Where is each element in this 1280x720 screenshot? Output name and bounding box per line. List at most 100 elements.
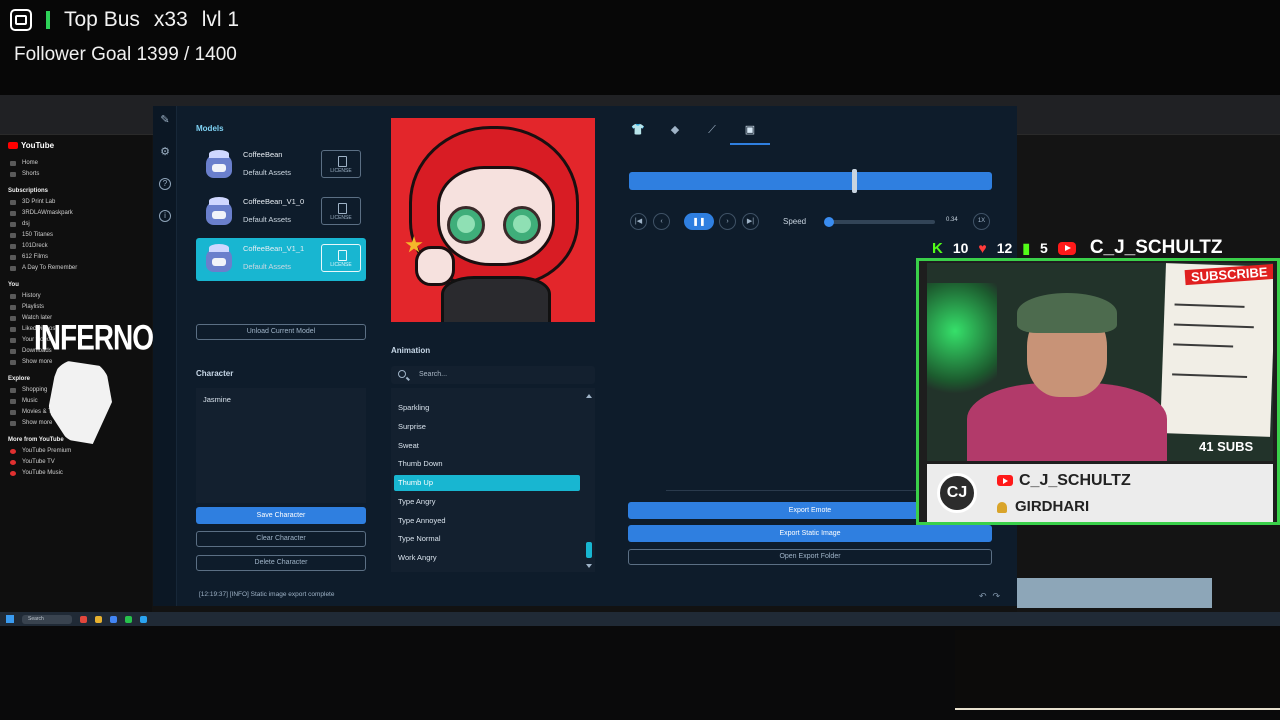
yt-item-shorts[interactable]: Shorts [8,169,144,180]
webcam-video: SUBSCRIBE 41 SUBS [927,263,1273,461]
redo-icon[interactable]: ↷ [993,591,1007,601]
overlay-corner [955,630,1280,710]
model-card[interactable]: CoffeeBean Default Assets LICENSE [196,144,366,187]
taskbar: Search [0,612,1280,626]
bars-icon: ▮ [1022,239,1031,256]
channel-name-top: C_J_SCHULTZ [1089,237,1223,258]
taskbar-app-icon[interactable] [140,615,147,623]
animation-item[interactable]: Sparkling [394,400,580,416]
yt-you-heading[interactable]: You [8,280,144,291]
export-static-button[interactable]: Export Static Image [628,525,992,542]
animation-item[interactable]: Type Normal [394,531,580,547]
gear-icon[interactable]: ⚙ [159,146,171,158]
pause-button[interactable]: ❚❚ [684,213,714,230]
skip-end-button[interactable]: ▶| [742,213,759,230]
license-button[interactable]: LICENSE [321,150,361,178]
paint-bucket-icon[interactable]: ◆ [667,123,683,137]
yt-subscriptions-heading[interactable]: Subscriptions [8,186,144,197]
scroll-down-icon[interactable] [586,564,592,568]
animation-item[interactable]: Work Angry [394,550,580,566]
heart-icon: ♥ [978,240,987,256]
animation-panel: Search... Sparkling Surprise Sweat Thumb… [391,364,597,574]
taskbar-chrome-icon[interactable] [110,615,117,623]
name-plate: CJ C_J_SCHULTZ GIRDHARI [927,464,1273,522]
stream-overlay-top: Top Bus x33 lvl 1 Follower Goal 1399 / 1… [0,0,1280,95]
animation-item-selected[interactable]: Thumb Up [394,475,580,491]
animation-search[interactable]: Search... [391,366,595,384]
kick-count: 10 [952,240,969,256]
emote-studio-window: ✎ ⚙ ? i Models CoffeeBean Default Assets… [153,106,1017,606]
undo-icon[interactable]: ↶ [979,591,993,601]
yt-sub-item[interactable]: dsj [8,219,144,230]
yt-sub-item[interactable]: 101Dreck [8,241,144,252]
top-bus-line: Top Bus x33 lvl 1 [10,8,239,32]
prev-frame-button[interactable]: ‹ [653,213,670,230]
skip-start-button[interactable]: |◀ [630,213,647,230]
yt-more-item[interactable]: YouTube TV [8,457,144,468]
info-icon[interactable]: i [159,210,171,222]
clear-character-button[interactable]: Clear Character [196,531,366,547]
model-card[interactable]: CoffeeBean_V1_0 Default Assets LICENSE [196,191,366,234]
animation-list: Sparkling Surprise Sweat Thumb Down Thum… [391,388,595,572]
timeline-scrubber[interactable] [852,169,858,193]
animation-item[interactable]: Surprise [394,419,580,435]
model-name: CoffeeBean [243,150,283,159]
help-icon[interactable]: ? [159,178,171,190]
channel-logo: CJ [937,473,977,513]
model-card-selected[interactable]: CoffeeBean_V1_1 Default Assets LICENSE [196,238,366,281]
active-tab-indicator [730,143,770,145]
taskbar-search[interactable]: Search [22,614,72,624]
speed-slider[interactable] [824,217,935,227]
speed-label: Speed [783,217,807,226]
speed-reset-button[interactable]: 1X [973,213,990,230]
license-button[interactable]: LICENSE [321,197,361,225]
animation-item[interactable]: Sweat [394,438,580,454]
next-frame-button[interactable]: › [719,213,736,230]
yt-sub-item[interactable]: 612 Films [8,252,144,263]
bus-icon [10,9,32,31]
scroll-thumb[interactable] [586,542,592,558]
layers-icon[interactable]: ▣ [742,123,758,137]
taskbar-app-icon[interactable] [125,615,132,623]
youtube-play-icon [8,142,18,150]
inferno-logo-text: INFERNO [34,318,154,357]
character-label: Character [196,369,234,378]
shirt-icon[interactable]: 👕 [630,123,646,137]
plate-channel-name: C_J_SCHULTZ [997,472,1131,490]
delete-character-button[interactable]: Delete Character [196,555,366,571]
plate-user-name: GIRDHARI [997,498,1089,515]
speed-knob[interactable] [824,217,834,227]
animation-timeline[interactable] [629,169,992,193]
yt-sub-item[interactable]: 150 Titanes [8,230,144,241]
model-thumbnail [202,242,236,276]
yt-sub-item[interactable]: 3D Print Lab [8,197,144,208]
animation-item[interactable]: Thumb Down [394,456,580,472]
animation-item[interactable]: Type Angry [394,494,580,510]
yt-you-item[interactable]: Playlists [8,302,144,313]
yt-more-item[interactable]: YouTube Music [8,468,144,479]
taskbar-app-icon[interactable] [80,615,87,623]
animation-scrollbar[interactable] [585,394,593,568]
yt-item-home[interactable]: Home [8,158,144,169]
youtube-icon [1057,241,1076,255]
windows-start-icon[interactable] [6,615,14,623]
animation-item[interactable]: Type Annoyed [394,513,580,529]
search-icon [398,370,406,378]
taskbar-folder-icon[interactable] [95,615,102,623]
background-thumbnail [1017,578,1212,608]
speed-value: 0.34 [946,217,958,223]
license-button[interactable]: LICENSE [321,244,361,272]
webcam-frame: SUBSCRIBE 41 SUBS CJ C_J_SCHULTZ GIRDHAR… [916,258,1280,525]
open-export-folder-button[interactable]: Open Export Folder [628,549,992,565]
top-bus-count: x33 [153,8,188,31]
yt-you-item[interactable]: History [8,291,144,302]
wand-icon[interactable]: ⟋ [704,123,720,137]
yt-sub-item[interactable]: 3RDLAWmaskpark [8,208,144,219]
save-character-button[interactable]: Save Character [196,507,366,524]
unload-model-button[interactable]: Unload Current Model [196,324,366,340]
yt-sub-item[interactable]: A Day To Remember [8,263,144,274]
youtube-logo[interactable]: YouTube [8,141,144,150]
scroll-up-icon[interactable] [586,394,592,398]
edit-icon[interactable]: ✎ [159,114,171,126]
character-item[interactable]: Jasmine [203,395,231,404]
